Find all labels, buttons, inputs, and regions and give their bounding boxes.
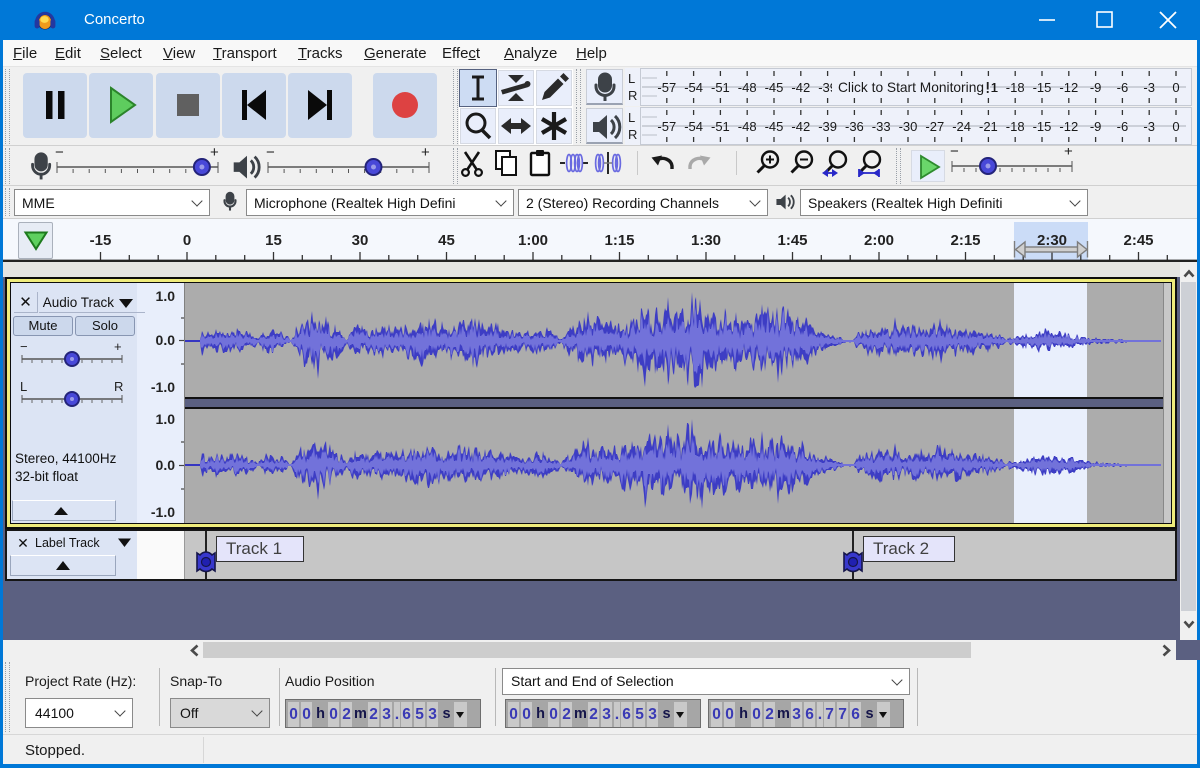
svg-text:−: − bbox=[55, 144, 64, 161]
svg-text:2:00: 2:00 bbox=[864, 232, 894, 249]
svg-text:-57: -57 bbox=[657, 80, 676, 95]
svg-text:-12: -12 bbox=[1059, 80, 1078, 95]
svg-text:0.0: 0.0 bbox=[156, 332, 176, 348]
svg-text:15: 15 bbox=[265, 232, 282, 249]
svg-text:-45: -45 bbox=[765, 119, 784, 134]
svg-text:1: 1 bbox=[991, 80, 998, 95]
svg-text:-21: -21 bbox=[979, 119, 998, 134]
svg-text:-15: -15 bbox=[1033, 80, 1052, 95]
svg-text:0: 0 bbox=[1172, 80, 1179, 95]
svg-text:-12: -12 bbox=[1059, 119, 1078, 134]
svg-text:-18: -18 bbox=[1006, 119, 1025, 134]
svg-text:−: − bbox=[20, 343, 28, 354]
svg-text:1:30: 1:30 bbox=[691, 232, 721, 249]
svg-text:-42: -42 bbox=[791, 80, 810, 95]
svg-text:-6: -6 bbox=[1117, 80, 1129, 95]
svg-text:Click to Start Monitoring: Click to Start Monitoring bbox=[838, 79, 984, 95]
svg-text:-33: -33 bbox=[872, 119, 891, 134]
svg-text:2:45: 2:45 bbox=[1123, 232, 1153, 249]
svg-text:-15: -15 bbox=[90, 232, 112, 249]
svg-text:-39: -39 bbox=[818, 119, 837, 134]
svg-text:1:45: 1:45 bbox=[777, 232, 807, 249]
svg-text:45: 45 bbox=[438, 232, 455, 249]
svg-text:-54: -54 bbox=[684, 80, 703, 95]
svg-text:-15: -15 bbox=[1033, 119, 1052, 134]
svg-text:-36: -36 bbox=[845, 119, 864, 134]
svg-text:−: − bbox=[950, 148, 959, 160]
svg-text:-48: -48 bbox=[738, 80, 757, 95]
svg-text:-51: -51 bbox=[711, 119, 730, 134]
svg-text:-57: -57 bbox=[657, 119, 676, 134]
svg-text:0: 0 bbox=[183, 232, 191, 249]
svg-text:−: − bbox=[266, 144, 275, 161]
svg-text:-3: -3 bbox=[1143, 119, 1155, 134]
svg-text:1:15: 1:15 bbox=[604, 232, 634, 249]
svg-text:-3: -3 bbox=[1143, 80, 1155, 95]
svg-text:+: + bbox=[210, 144, 219, 161]
svg-text:-6: -6 bbox=[1117, 119, 1129, 134]
svg-text:0.0: 0.0 bbox=[156, 457, 176, 473]
svg-text:-24: -24 bbox=[952, 119, 971, 134]
svg-text:+: + bbox=[114, 343, 122, 354]
svg-text:2:15: 2:15 bbox=[950, 232, 980, 249]
svg-text:-1.0: -1.0 bbox=[151, 504, 175, 520]
svg-text:0: 0 bbox=[1172, 119, 1179, 134]
svg-text:-48: -48 bbox=[738, 119, 757, 134]
svg-text:-9: -9 bbox=[1090, 119, 1102, 134]
svg-text:-30: -30 bbox=[899, 119, 918, 134]
svg-text:-9: -9 bbox=[1090, 80, 1102, 95]
svg-text:1.0: 1.0 bbox=[156, 411, 176, 427]
svg-text:-51: -51 bbox=[711, 80, 730, 95]
svg-text:30: 30 bbox=[352, 232, 369, 249]
svg-text:-27: -27 bbox=[925, 119, 944, 134]
svg-text:L: L bbox=[20, 379, 27, 394]
svg-text:+: + bbox=[1064, 148, 1073, 160]
svg-text:-45: -45 bbox=[765, 80, 784, 95]
svg-text:-42: -42 bbox=[791, 119, 810, 134]
svg-text:-18: -18 bbox=[1006, 80, 1025, 95]
svg-text:-1.0: -1.0 bbox=[151, 379, 175, 395]
svg-text:R: R bbox=[114, 379, 123, 394]
svg-text:1:00: 1:00 bbox=[518, 232, 548, 249]
svg-text:-54: -54 bbox=[684, 119, 703, 134]
svg-text:+: + bbox=[421, 144, 430, 161]
svg-text:1.0: 1.0 bbox=[156, 288, 176, 304]
